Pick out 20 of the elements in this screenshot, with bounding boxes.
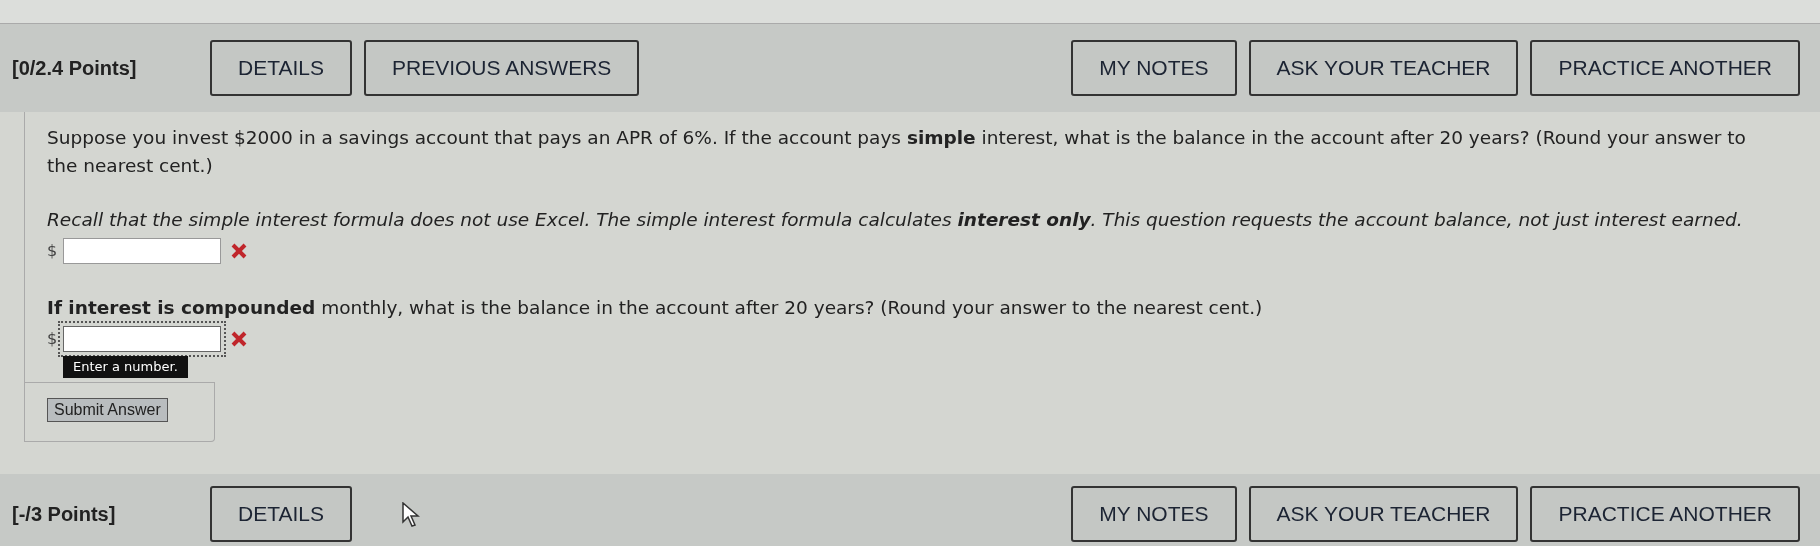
header-button[interactable]: DETAILS xyxy=(210,486,352,542)
header-button[interactable]: MY NOTES xyxy=(1071,486,1237,542)
header-button[interactable]: ASK YOUR TEACHER xyxy=(1248,486,1519,542)
header-button[interactable]: DETAILS xyxy=(210,40,352,96)
currency-sign: $ xyxy=(47,328,58,350)
header-button[interactable]: PREVIOUS ANSWERS xyxy=(363,40,640,96)
question-text: If interest is compounded monthly, what is the balance in the account after 20 years? (Round your answer to the nearest cent.) xyxy=(47,296,1264,320)
hint-text: Recall that the simple interest formula does not use Excel. The simple interest formula calculates interest only. This question requests the account balance, not just interest earned. xyxy=(47,208,1744,232)
header-button[interactable]: PRACTICE ANOTHER xyxy=(1530,40,1800,96)
points-label: [-/3 Points] xyxy=(12,502,117,527)
header-button[interactable]: MY NOTES xyxy=(1071,40,1237,96)
question-text: Suppose you invest $2000 in a savings account that pays an APR of 6%. If the account pays simple interest, what is the balance in the account after 20 years? (Round your answer to the nearest cent.) xyxy=(47,126,1747,178)
submit-button[interactable]: Submit Answer xyxy=(47,398,168,422)
currency-sign: $ xyxy=(47,240,58,262)
cursor-icon xyxy=(402,502,420,528)
header-button[interactable]: PRACTICE ANOTHER xyxy=(1530,486,1800,542)
header-button[interactable]: ASK YOUR TEACHER xyxy=(1248,40,1519,96)
tooltip: Enter a number. xyxy=(63,356,188,378)
answer-field[interactable] xyxy=(63,238,222,264)
points-label: [0/2.4 Points] xyxy=(12,56,138,81)
